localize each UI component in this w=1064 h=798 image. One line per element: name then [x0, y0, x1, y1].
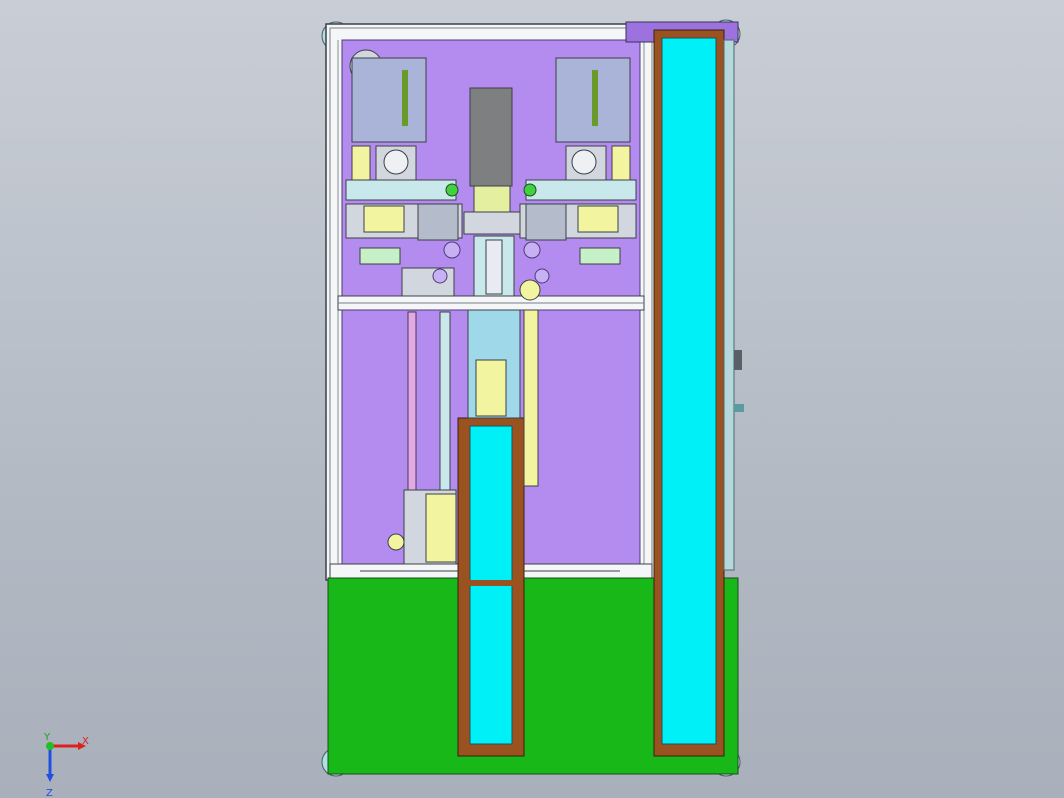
cross-beam: [337, 295, 645, 311]
center-output-chute: [457, 417, 525, 757]
y-axis-label: Y: [43, 732, 51, 743]
axis-triad: X Y Z: [43, 732, 89, 798]
x-axis-label: X: [82, 736, 89, 747]
cad-viewport[interactable]: X Y Z: [0, 0, 1064, 798]
z-axis-label: Z: [46, 788, 53, 798]
